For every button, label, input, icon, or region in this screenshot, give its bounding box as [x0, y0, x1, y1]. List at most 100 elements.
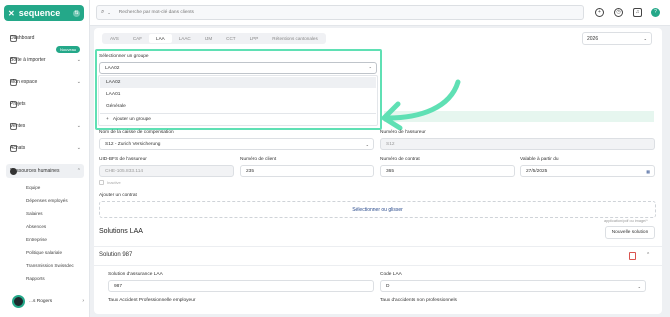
tab-caf[interactable]: CAF — [126, 34, 149, 43]
sidebar-item-projets[interactable]: Projets — [6, 97, 84, 111]
subitem-salaires[interactable]: Salaires — [26, 211, 43, 216]
sidebar-item-label: Boîte à importer — [10, 57, 46, 63]
assureur-field: S12 — [380, 138, 655, 150]
sidebar-item-dashboard[interactable]: Dashboard — [6, 31, 84, 45]
chevron-down-icon: ⌄ — [643, 36, 647, 41]
new-badge: Nouveau — [56, 46, 81, 53]
checkbox-icon — [99, 180, 104, 185]
subitem-equipe[interactable]: Equipe — [26, 185, 40, 190]
subitem-rapports[interactable]: Rapports — [26, 276, 45, 281]
tab-avs[interactable]: AVS — [103, 34, 126, 43]
solution-field[interactable]: 987 — [108, 280, 374, 292]
solution-value: 987 — [114, 283, 123, 289]
sidebar-item-label: Ressources humaines — [10, 168, 60, 174]
sidebar-item-ventes[interactable]: Ventes ⌄ — [6, 119, 84, 133]
search-input[interactable]: ⌕ ⌄ Recherche par mot-clé dans clients — [96, 5, 584, 20]
help-icon[interactable]: ? — [651, 8, 660, 17]
trash-icon[interactable] — [629, 252, 636, 260]
brand-name: sequence — [18, 8, 61, 18]
subitem-swissdec[interactable]: Transmission Swissdec — [26, 263, 74, 268]
sol-label: Solution d'assurance LAA — [108, 272, 163, 277]
solution-header[interactable] — [94, 246, 662, 266]
new-solution-label: Nouvelle solution — [611, 230, 649, 235]
calendar-icon[interactable]: ▦ — [646, 169, 650, 174]
chevron-up-icon[interactable]: ⌃ — [646, 252, 650, 258]
inactive-label: Inactive — [107, 180, 121, 185]
subitem-politique-salariale[interactable]: Politique salariale — [26, 250, 62, 255]
sidebar-item-inbox[interactable]: Boîte à importer ⌄ — [6, 53, 84, 67]
taux-pro-label: Taux Accident Professionnelle employeur — [108, 298, 196, 303]
caisse-label: Nom de la caisse de compensation — [99, 130, 174, 135]
subitem-entreprise[interactable]: Entreprise — [26, 237, 47, 242]
chevron-down-icon: ⌄ — [637, 283, 641, 289]
tab-lpp[interactable]: LPP — [243, 34, 266, 43]
search-icon: ⌕ — [101, 9, 105, 15]
tab-laac[interactable]: LAAC — [172, 34, 198, 43]
user-name: ...s Rogers — [29, 298, 53, 304]
brand-logo[interactable]: ✕ sequence ⇅ — [4, 5, 84, 21]
code-label: Code LAA — [380, 272, 402, 277]
client-field[interactable]: 235 — [240, 165, 374, 177]
highlight-frame — [95, 49, 382, 130]
assureur-value: S12 — [386, 141, 395, 147]
solution-title: Solution 987 — [99, 252, 133, 258]
uid-field: CHE-105.833.114 — [99, 165, 234, 177]
assureur-label: Numéro de l'assureur — [380, 130, 426, 135]
caisse-value: S12 - Zurich Versicherung — [105, 141, 161, 147]
file-type-hint: application/pdf ou image/* — [604, 219, 648, 223]
chevron-down-icon: ⌄ — [365, 141, 369, 147]
taux-npro-label: Taux d'accidents non professionnels — [380, 298, 457, 303]
uid-label: UID-BFS de l'assureur — [99, 157, 147, 162]
subitem-depenses[interactable]: Dépenses employés — [26, 198, 68, 203]
tab-cct[interactable]: CCT — [219, 34, 242, 43]
code-value: D — [386, 283, 390, 289]
contract-dropzone[interactable]: Sélectionner ou glisser — [99, 201, 656, 218]
chevron-right-icon: › — [82, 298, 84, 304]
year-value: 2026 — [587, 35, 599, 42]
history-icon[interactable]: ◷ — [614, 8, 623, 17]
subitem-absences[interactable]: Absences — [26, 224, 46, 229]
bell-icon[interactable]: ♫ — [633, 8, 642, 17]
topbar: ⌕ ⌄ Recherche par mot-clé dans clients +… — [90, 0, 670, 26]
sidebar-item-label: Projets — [10, 101, 26, 107]
logo-mark-icon: ✕ — [8, 8, 15, 18]
search-placeholder: Recherche par mot-clé dans clients — [118, 10, 194, 15]
sidebar: ✕ sequence ⇅ Dashboard Nouveau Boîte à i… — [0, 0, 90, 317]
valable-label: Valable à partir du — [520, 157, 559, 162]
chevron-down-icon: ⌄ — [76, 79, 81, 85]
chevron-up-icon: ⌃ — [76, 168, 81, 174]
new-solution-button[interactable]: Nouvelle solution — [605, 226, 655, 239]
sidebar-item-label: Mon espace — [10, 79, 38, 85]
chevron-down-icon: ⌄ — [76, 57, 81, 63]
tab-retentions[interactable]: Rétentions cantonales — [265, 34, 324, 43]
contrat-label: Numéro de contrat — [380, 157, 420, 162]
client-label: Numéro de client — [240, 157, 277, 162]
solutions-title: Solutions LAA — [99, 228, 143, 235]
sidebar-item-mon-espace[interactable]: Mon espace ⌄ — [6, 75, 84, 89]
add-contract-label: Ajouter un contrat — [99, 193, 137, 198]
inactive-checkbox[interactable]: Inactive — [99, 180, 121, 185]
caisse-select[interactable]: S12 - Zurich Versicherung ⌄ — [99, 138, 374, 150]
sidebar-item-label: Dashboard — [10, 35, 35, 41]
year-select[interactable]: 2026 ⌄ — [582, 32, 652, 45]
contrat-value: 365 — [386, 168, 395, 174]
client-value: 235 — [246, 168, 255, 174]
sidebar-item-label: Achats — [10, 145, 26, 151]
chevron-down-icon[interactable]: ⌄ — [107, 10, 110, 15]
uid-value: CHE-105.833.114 — [105, 168, 144, 174]
valable-date-field[interactable]: 27/5/2025 ▦ — [520, 165, 655, 177]
user-menu[interactable]: ...s Rogers › — [12, 293, 84, 309]
contrat-field[interactable]: 365 — [380, 165, 515, 177]
code-select[interactable]: D ⌄ — [380, 280, 646, 292]
dropzone-text: Sélectionner ou glisser — [352, 206, 403, 213]
sidebar-item-ressources-humaines[interactable]: Ressources humaines ⌃ — [6, 164, 84, 178]
add-icon[interactable]: + — [595, 8, 604, 17]
workspace-switch-icon[interactable]: ⇅ — [73, 9, 80, 17]
avatar — [12, 294, 25, 308]
sidebar-item-achats[interactable]: Achats ⌄ — [6, 141, 84, 155]
tab-ijm[interactable]: IJM — [198, 34, 219, 43]
tab-laa[interactable]: LAA — [149, 34, 172, 43]
sidebar-item-label: Ventes — [10, 123, 26, 129]
pointer-arrow-icon — [381, 79, 461, 130]
insurance-tabs: AVS CAF LAA LAAC IJM CCT LPP Rétentions … — [102, 33, 326, 44]
